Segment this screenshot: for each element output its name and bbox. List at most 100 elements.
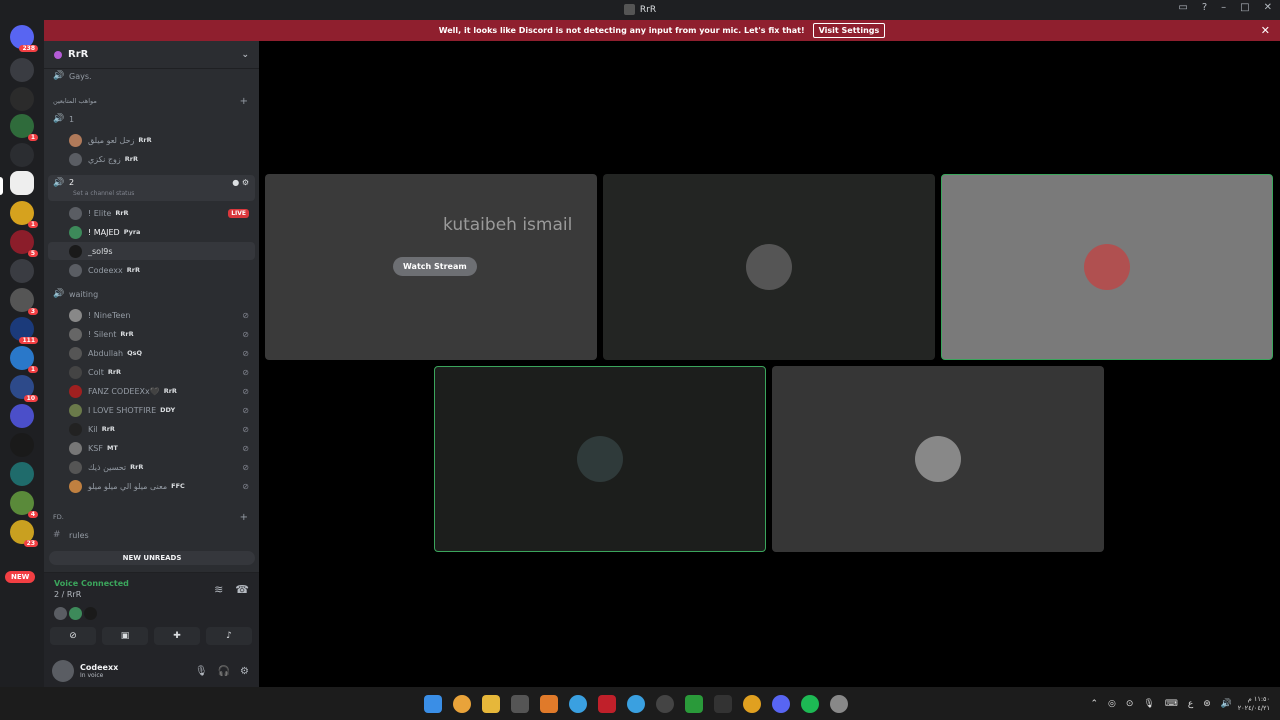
voice-user[interactable]: Abdullah QsQ ⊘ <box>44 344 259 362</box>
user-panel[interactable]: Codeexx In voice 🎙 🎧 ⚙ <box>44 654 259 688</box>
spotify-icon[interactable] <box>801 694 819 713</box>
channel-waiting[interactable]: 🔊 waiting <box>44 286 259 302</box>
voice-user[interactable]: زحل لعو ميلق RrR <box>44 131 259 149</box>
voice-user[interactable]: تحسين ذيك RrR ⊘ <box>44 458 259 476</box>
activity-button[interactable]: ✚ <box>154 627 200 645</box>
voice-user[interactable]: ! NineTeen ⊘ <box>44 306 259 324</box>
server-icon[interactable] <box>10 462 34 486</box>
disconnect-icon[interactable]: ☎ <box>235 583 249 596</box>
voice-status[interactable]: Voice Connected <box>54 579 129 588</box>
inbox-icon[interactable]: ▭ <box>1178 2 1187 13</box>
gear-icon[interactable]: ⚙ <box>240 666 249 677</box>
visit-settings-button[interactable]: Visit Settings <box>812 23 886 38</box>
voice-user[interactable]: زوج نكزي RrR <box>44 150 259 168</box>
channel-gays[interactable]: 🔊 Gays. <box>44 68 259 84</box>
server-icon[interactable]: 5 <box>10 230 38 257</box>
steam-icon[interactable] <box>656 694 674 713</box>
voice-user[interactable]: I LOVE SHOTFIRE DDY ⊘ <box>44 401 259 419</box>
server-icon[interactable]: 1 <box>10 114 38 141</box>
close-button[interactable]: ✕ <box>1264 2 1272 13</box>
channel-vc2[interactable]: 🔊 2 Set a channel status ● ⚙ <box>48 175 255 201</box>
voice-user[interactable]: معنى ميلو الي ميلو ميلو FFC ⊘ <box>44 477 259 495</box>
app-icon[interactable] <box>830 694 848 713</box>
voice-user[interactable]: _sol9s <box>48 242 255 260</box>
server-icon[interactable]: 1 <box>10 201 38 228</box>
discord-home-icon[interactable]: 238 <box>10 25 38 52</box>
folder-icon[interactable] <box>482 694 500 713</box>
camera-off-button[interactable]: ⊘ <box>50 627 96 645</box>
chrome-icon[interactable] <box>453 694 471 713</box>
participant-tile[interactable] <box>603 174 935 360</box>
server-icon[interactable] <box>10 171 34 195</box>
chevron-down-icon[interactable]: ⌄ <box>241 50 249 60</box>
server-icon[interactable] <box>10 87 34 111</box>
server-icon[interactable] <box>10 404 34 428</box>
maximize-button[interactable]: □ <box>1240 2 1249 13</box>
voice-user[interactable]: KSF MT ⊘ <box>44 439 259 457</box>
voice-user[interactable]: Colt RrR ⊘ <box>44 363 259 381</box>
tray-icon[interactable]: ⊙ <box>1126 699 1134 709</box>
app-icon[interactable] <box>714 694 732 713</box>
server-icon[interactable]: 23 <box>10 520 38 547</box>
avatar <box>69 308 82 322</box>
app-icon[interactable] <box>598 694 616 713</box>
help-icon[interactable]: ? <box>1202 2 1207 13</box>
server-icon[interactable] <box>10 58 34 82</box>
keyboard-icon[interactable]: ⌨ <box>1165 699 1178 709</box>
chevron-up-icon[interactable]: ⌃ <box>1090 699 1098 709</box>
tray-icon[interactable]: ◎ <box>1108 699 1116 709</box>
store-icon[interactable] <box>511 694 529 713</box>
new-badge[interactable]: NEW <box>5 571 36 583</box>
channel-rules[interactable]: # rules <box>44 527 259 543</box>
app-icon[interactable] <box>540 694 558 713</box>
start-icon[interactable] <box>424 694 442 713</box>
channel-status[interactable]: Set a channel status <box>73 190 134 197</box>
channel-vc1[interactable]: 🔊 1 <box>44 111 259 127</box>
voice-channel-label[interactable]: 2 / RrR <box>54 590 81 599</box>
server-icon[interactable]: 4 <box>10 491 38 518</box>
watch-stream-button[interactable]: Watch Stream <box>393 257 477 276</box>
voice-user[interactable]: ! Elite RrR LIVE <box>44 204 259 222</box>
channel-actions[interactable]: ● ⚙ <box>232 178 249 187</box>
participant-tile-speaking[interactable] <box>941 174 1273 360</box>
wifi-icon[interactable]: ⊛ <box>1203 699 1211 709</box>
participant-tile-speaking[interactable] <box>434 366 766 552</box>
soundboard-button[interactable]: ♪ <box>206 627 252 645</box>
discord-icon[interactable] <box>772 694 790 713</box>
volume-icon[interactable]: 🔊 <box>1221 699 1232 709</box>
server-icon[interactable]: 1 <box>10 346 38 373</box>
voice-user[interactable]: ! Silent RrR ⊘ <box>44 325 259 343</box>
telegram-icon[interactable] <box>569 694 587 713</box>
server-icon[interactable] <box>10 259 34 283</box>
voice-user[interactable]: Kil RrR ⊘ <box>44 420 259 438</box>
add-channel-icon[interactable]: + <box>240 512 248 523</box>
mic-icon[interactable]: 🎙 <box>1143 699 1154 709</box>
headphones-icon[interactable]: 🎧 <box>218 666 230 677</box>
close-icon[interactable]: ✕ <box>1261 24 1270 37</box>
add-channel-icon[interactable]: + <box>240 96 248 107</box>
server-icon[interactable] <box>10 433 34 457</box>
screen-share-button[interactable]: ▣ <box>102 627 148 645</box>
mic-icon[interactable]: 🎙 <box>195 666 208 677</box>
app-icon[interactable] <box>743 694 761 713</box>
category-2[interactable]: FD. + <box>44 512 259 523</box>
server-icon[interactable]: 3 <box>10 288 38 315</box>
language-indicator[interactable]: ع <box>1188 699 1193 709</box>
voice-user[interactable]: Codeexx RrR <box>44 261 259 279</box>
stream-tile[interactable]: kutaibeh ismail Watch Stream <box>265 174 597 360</box>
server-icon[interactable] <box>10 143 34 167</box>
xbox-icon[interactable] <box>685 694 703 713</box>
telegram-icon[interactable] <box>627 694 645 713</box>
voice-user[interactable]: ! MAJED Pyra <box>44 223 259 241</box>
minimize-button[interactable]: – <box>1221 2 1226 13</box>
participant-tile[interactable] <box>772 366 1104 552</box>
server-icon[interactable]: 111 <box>10 317 38 344</box>
new-unreads-button[interactable]: NEW UNREADS <box>49 551 255 565</box>
category-1[interactable]: مواهب المتابعين + <box>44 96 259 107</box>
voice-user[interactable]: FANZ CODEEXx🖤 RrR ⊘ <box>44 382 259 400</box>
guild-name: RrR <box>68 49 89 60</box>
guild-header[interactable]: RrR ⌄ <box>44 41 259 69</box>
clock[interactable]: ١١:٥٠ م ٢٠٢٤/٠٤/٢١ <box>1238 695 1270 713</box>
server-icon[interactable]: 10 <box>10 375 38 402</box>
noise-suppression-icon[interactable]: ≋ <box>214 583 223 596</box>
